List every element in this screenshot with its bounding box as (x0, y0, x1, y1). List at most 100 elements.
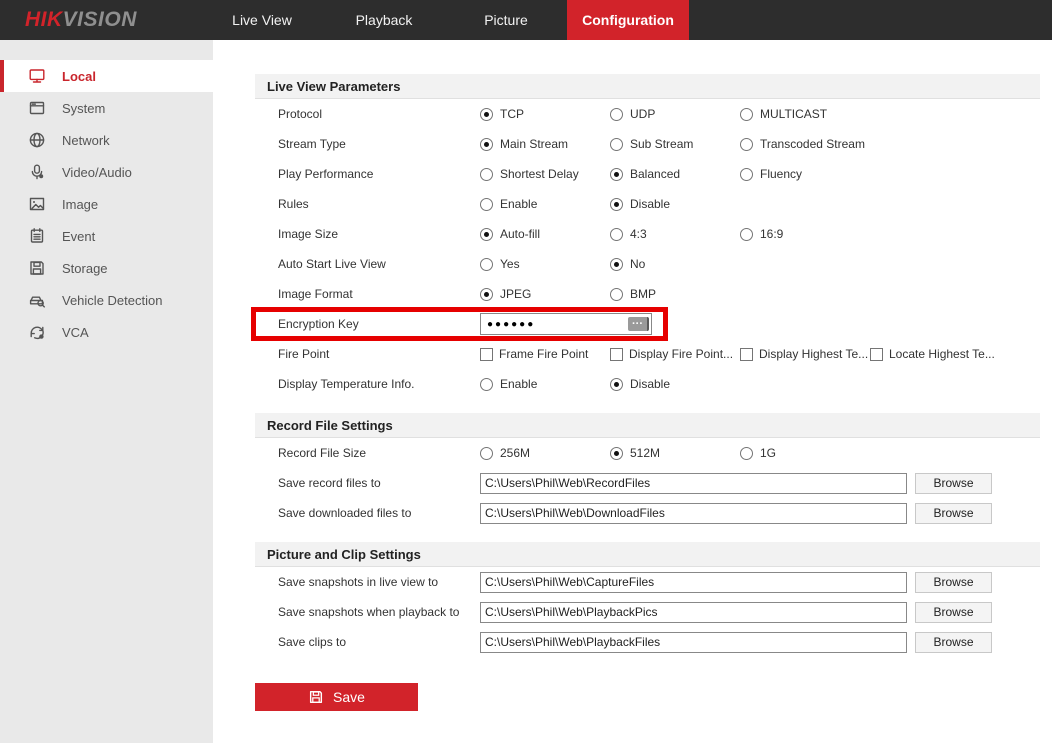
radio-icon[interactable] (610, 228, 623, 241)
play-performance-option-fluency[interactable]: Fluency (740, 167, 870, 181)
save-record-files-to-input[interactable] (480, 473, 907, 494)
hikvision-logo: HIKVISION (25, 0, 137, 40)
save-snapshots-in-live-view-to-browse-button[interactable]: Browse (915, 572, 992, 593)
checkbox-icon[interactable] (740, 348, 753, 361)
rules-option-enable[interactable]: Enable (480, 197, 610, 211)
record-file-size-option-512m[interactable]: 512M (610, 446, 740, 460)
radio-selected-icon[interactable] (610, 168, 623, 181)
radio-icon[interactable] (740, 138, 753, 151)
ellipsis-reveal-icon[interactable]: ··· (628, 317, 649, 331)
save-snapshots-in-live-view-to-input[interactable] (480, 572, 907, 593)
protocol-option-udp[interactable]: UDP (610, 107, 740, 121)
option-label: 16:9 (760, 227, 783, 241)
stream-type-option-sub-stream[interactable]: Sub Stream (610, 137, 740, 151)
rules-option-disable[interactable]: Disable (610, 197, 740, 211)
sidebar-item-local[interactable]: Local (0, 60, 213, 92)
fire-point-option-frame-fire-point[interactable]: Frame Fire Point (480, 347, 610, 361)
sidebar-item-label: Local (62, 69, 96, 84)
radio-selected-icon[interactable] (610, 258, 623, 271)
save-snapshots-when-playback-to-browse-button[interactable]: Browse (915, 602, 992, 623)
radio-icon[interactable] (740, 108, 753, 121)
option-label: TCP (500, 107, 524, 121)
radio-selected-icon[interactable] (480, 288, 493, 301)
save-button[interactable]: Save (255, 683, 418, 711)
radio-selected-icon[interactable] (610, 447, 623, 460)
save-clips-to-label: Save clips to (278, 635, 480, 649)
settings-row-image-size: Image SizeAuto-fill4:316:9 (255, 219, 1040, 249)
logo-text-vision: VISION (63, 8, 137, 32)
radio-icon[interactable] (480, 447, 493, 460)
display-temperature-info-option-disable[interactable]: Disable (610, 377, 740, 391)
radio-icon[interactable] (610, 138, 623, 151)
protocol-option-multicast[interactable]: MULTICAST (740, 107, 870, 121)
save-clips-to-browse-button[interactable]: Browse (915, 632, 992, 653)
radio-selected-icon[interactable] (480, 138, 493, 151)
auto-start-live-view-option-yes[interactable]: Yes (480, 257, 610, 271)
option-label: No (630, 257, 645, 271)
checkbox-icon[interactable] (480, 348, 493, 361)
sidebar-item-storage[interactable]: Storage (0, 252, 213, 284)
sidebar-item-system[interactable]: System (0, 92, 213, 124)
save-button-label: Save (333, 689, 365, 705)
image-size-option-16-9[interactable]: 16:9 (740, 227, 870, 241)
top-navigation-bar: HIKVISION Live ViewPlaybackPictureConfig… (0, 0, 1052, 40)
save-snapshots-when-playback-to-input[interactable] (480, 602, 907, 623)
nav-tab-picture[interactable]: Picture (445, 0, 567, 40)
auto-start-live-view-option-no[interactable]: No (610, 257, 740, 271)
stream-type-option-main-stream[interactable]: Main Stream (480, 137, 610, 151)
stream-type-option-transcoded-stream[interactable]: Transcoded Stream (740, 137, 870, 151)
play-performance-option-balanced[interactable]: Balanced (610, 167, 740, 181)
fire-point-option-display-highest-te[interactable]: Display Highest Te... (740, 347, 870, 361)
sidebar: Local SystemNetworkVideo/AudioImageEventS… (0, 40, 213, 743)
sidebar-item-video-audio[interactable]: Video/Audio (0, 156, 213, 188)
checkbox-icon[interactable] (610, 348, 623, 361)
radio-selected-icon[interactable] (610, 198, 623, 211)
option-label: Yes (500, 257, 520, 271)
display-temperature-info-option-enable[interactable]: Enable (480, 377, 610, 391)
checkbox-icon[interactable] (870, 348, 883, 361)
option-label: JPEG (500, 287, 531, 301)
option-label: Transcoded Stream (760, 137, 865, 151)
save-record-files-to-browse-button[interactable]: Browse (915, 473, 992, 494)
encryption-key-input[interactable] (480, 313, 652, 335)
save-clips-to-input[interactable] (480, 632, 907, 653)
record-file-size-option-256m[interactable]: 256M (480, 446, 610, 460)
rules-label: Rules (278, 197, 480, 211)
play-performance-label: Play Performance (278, 167, 480, 181)
radio-icon[interactable] (480, 378, 493, 391)
image-format-option-jpeg[interactable]: JPEG (480, 287, 610, 301)
nav-tab-configuration[interactable]: Configuration (567, 0, 689, 40)
radio-selected-icon[interactable] (480, 108, 493, 121)
sidebar-item-vehicle-detection[interactable]: Vehicle Detection (0, 284, 213, 316)
protocol-option-tcp[interactable]: TCP (480, 107, 610, 121)
monitor-icon (28, 67, 46, 85)
radio-icon[interactable] (740, 168, 753, 181)
radio-selected-icon[interactable] (610, 378, 623, 391)
radio-icon[interactable] (610, 108, 623, 121)
radio-icon[interactable] (740, 447, 753, 460)
record-file-size-option-1g[interactable]: 1G (740, 446, 870, 460)
radio-selected-icon[interactable] (480, 228, 493, 241)
fire-point-option-locate-highest-te[interactable]: Locate Highest Te... (870, 347, 1000, 361)
sidebar-item-event[interactable]: Event (0, 220, 213, 252)
image-format-option-bmp[interactable]: BMP (610, 287, 740, 301)
image-size-option-4-3[interactable]: 4:3 (610, 227, 740, 241)
radio-icon[interactable] (480, 198, 493, 211)
save-downloaded-files-to-input[interactable] (480, 503, 907, 524)
radio-icon[interactable] (610, 288, 623, 301)
protocol-label: Protocol (278, 107, 480, 121)
sidebar-item-network[interactable]: Network (0, 124, 213, 156)
play-performance-option-shortest-delay[interactable]: Shortest Delay (480, 167, 610, 181)
radio-icon[interactable] (740, 228, 753, 241)
radio-icon[interactable] (480, 168, 493, 181)
radio-icon[interactable] (480, 258, 493, 271)
sidebar-item-image[interactable]: Image (0, 188, 213, 220)
section-title: Picture and Clip Settings (255, 542, 1040, 567)
sidebar-item-vca[interactable]: VCA (0, 316, 213, 348)
nav-tab-live-view[interactable]: Live View (201, 0, 323, 40)
section-record-file-settings: Record File SettingsRecord File Size256M… (255, 413, 1040, 528)
image-size-option-auto-fill[interactable]: Auto-fill (480, 227, 610, 241)
fire-point-option-display-fire-point[interactable]: Display Fire Point... (610, 347, 740, 361)
save-downloaded-files-to-browse-button[interactable]: Browse (915, 503, 992, 524)
nav-tab-playback[interactable]: Playback (323, 0, 445, 40)
